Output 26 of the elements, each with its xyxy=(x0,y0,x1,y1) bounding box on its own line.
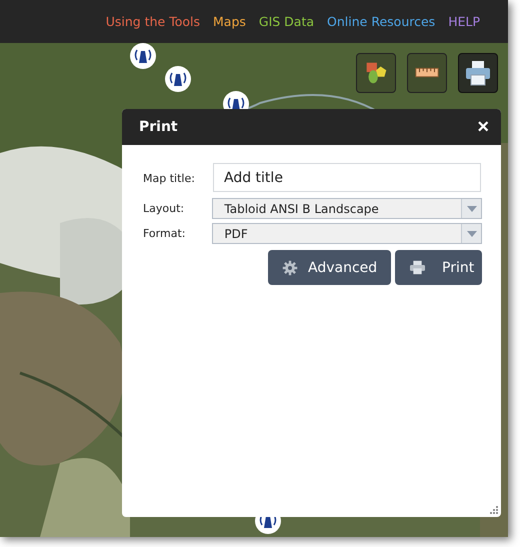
nav-link[interactable]: HELP xyxy=(448,14,480,29)
caret-icon xyxy=(466,206,476,212)
field-label: Map title: xyxy=(143,172,196,185)
field-label: Layout: xyxy=(143,202,186,215)
dialog-title: Print xyxy=(139,119,178,135)
dropdown[interactable]: PDF xyxy=(212,223,482,244)
nav-link[interactable]: GIS Data xyxy=(258,14,314,29)
resize-grip-icon[interactable] xyxy=(490,506,498,514)
printer-icon xyxy=(409,260,426,275)
tower-marker-icon[interactable] xyxy=(129,42,157,70)
print-button[interactable]: Print xyxy=(395,250,482,285)
caret-icon xyxy=(466,230,476,236)
shapes-tool-button[interactable] xyxy=(356,53,396,93)
nav-link[interactable]: Online Resources xyxy=(327,14,436,29)
printer-icon xyxy=(463,58,493,88)
close-button[interactable]: × xyxy=(477,117,489,137)
map-title-field[interactable]: Add title xyxy=(213,163,481,192)
print-tool-button[interactable] xyxy=(458,53,498,93)
advanced-button[interactable]: Advanced xyxy=(268,250,391,285)
tower-marker-icon[interactable] xyxy=(164,65,192,93)
measure-tool-button[interactable] xyxy=(407,53,447,93)
gear-icon xyxy=(282,260,298,276)
nav-link[interactable]: Using the Tools xyxy=(106,14,200,29)
nav-link[interactable]: Maps xyxy=(213,14,246,29)
dropdown[interactable]: Tabloid ANSI B Landscape xyxy=(212,198,482,219)
field-label: Format: xyxy=(143,227,186,240)
